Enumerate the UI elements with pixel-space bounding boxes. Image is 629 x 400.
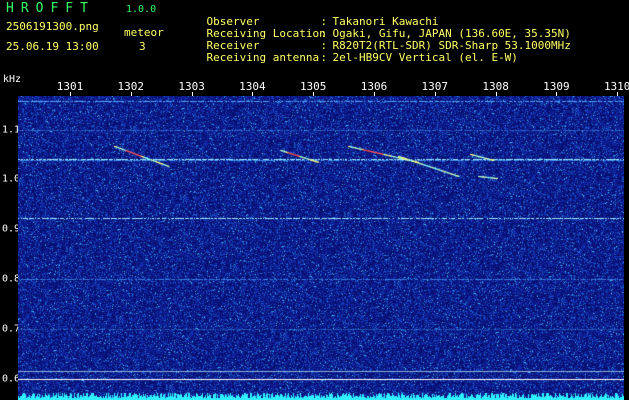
info-separator: : xyxy=(320,51,328,64)
filename-label: 2506191300.png xyxy=(6,20,99,33)
app-title: HROFFT xyxy=(6,1,95,16)
header-panel: HROFFT 1.0.0 2506191300.png 25.06.19 13:… xyxy=(0,0,629,74)
spectrogram-canvas xyxy=(18,96,624,400)
info-antenna: Receiving antenna: 2el-HB9CV Vertical (el… xyxy=(180,41,518,74)
info-value: 2el-HB9CV Vertical (el. E-W) xyxy=(332,51,518,64)
info-key: Receiving antenna xyxy=(206,51,320,64)
app-version: 1.0.0 xyxy=(126,4,157,15)
y-unit-label: kHz xyxy=(3,74,22,85)
meteor-count: 3 xyxy=(139,40,146,53)
meteor-label: meteor xyxy=(124,26,164,39)
datetime-label: 25.06.19 13:00 xyxy=(6,40,99,53)
